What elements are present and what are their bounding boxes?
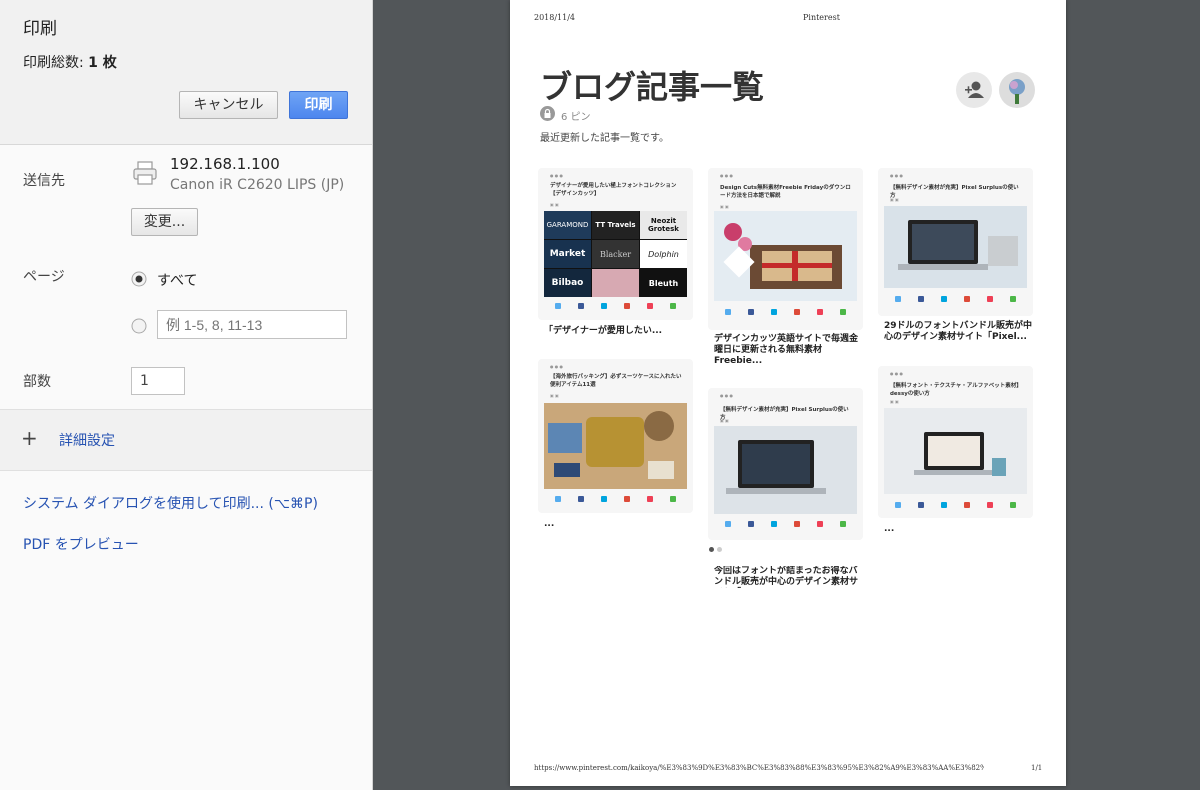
card-breadcrumb: ● ● ● [550, 364, 564, 369]
font-tile: Bilbao [544, 269, 591, 297]
pdf-preview-link[interactable]: PDF をプレビュー [23, 534, 139, 554]
font-tile: Blacker [592, 240, 639, 268]
pin-card[interactable]: ● ● ● 【海外旅行パッキング】必ずスーツケースに入れたい便利アイテム11選 … [538, 359, 693, 513]
system-dialog-link[interactable]: システム ダイアログを使用して印刷... (⌥⌘P) [23, 493, 318, 513]
font-tile [592, 269, 639, 297]
board-description: 最近更新した記事一覧です。 [540, 133, 669, 144]
card-title: Design Cuts無料素材Freebie Fridayのダウンロード方法を日… [720, 185, 851, 199]
plus-icon: + [21, 426, 38, 450]
pin-card[interactable]: ● ● ● 【無料デザイン素材が充実】Pixel Surplusの使い方 ▣ ▣ [708, 388, 863, 540]
printer-name: 192.168.1.100 [170, 155, 280, 173]
laptop-image [884, 206, 1027, 288]
print-title: 印刷 [23, 19, 57, 39]
card-date: ▣ ▣ [890, 399, 899, 404]
packing-items-image [544, 403, 687, 489]
change-destination-button[interactable]: 変更... [131, 208, 198, 236]
font-tile: Bleuth [640, 269, 687, 297]
add-collaborator-icon [956, 72, 992, 108]
card-date: ▣ ▣ [550, 393, 559, 398]
pages-all-label: すべて [157, 273, 198, 289]
card-date: ▣ ▣ [720, 204, 729, 209]
laptop-image [714, 426, 857, 514]
copies-label: 部数 [23, 374, 51, 390]
laptop-image [884, 408, 1027, 494]
share-icons [716, 309, 855, 325]
pages-all-radio[interactable] [131, 271, 147, 287]
board-title: ブログ記事一覧 [540, 68, 765, 106]
pages-label: ページ [23, 269, 65, 285]
gift-box-image [714, 211, 857, 301]
font-tile: TT Travels [592, 211, 639, 239]
font-tile: GARAMOND [544, 211, 591, 239]
card-breadcrumb: ● ● ● [720, 393, 734, 398]
card-title: 【無料フォント・テクスチャ・アルファベット素材】dessyの使い方 [890, 383, 1022, 397]
share-icons [886, 296, 1025, 312]
card-title: 【無料デザイン素材が充実】Pixel Surplusの使い方 [890, 185, 1019, 199]
pin-count: 6 ピン [561, 112, 591, 123]
card-title: 【海外旅行パッキング】必ずスーツケースに入れたい便利アイテム11選 [550, 374, 682, 388]
print-button[interactable]: 印刷 [289, 91, 348, 119]
copies-input[interactable]: 1 [131, 367, 185, 395]
carousel-dot-active[interactable] [709, 547, 714, 552]
pin-card[interactable]: ● ● ● Design Cuts無料素材Freebie Fridayのダウンロ… [708, 168, 863, 330]
pin-card[interactable]: ● ● ● 【無料フォント・テクスチャ・アルファベット素材】dessyの使い方 … [878, 366, 1033, 518]
printer-icon [133, 161, 157, 185]
total-sheets: 印刷総数: 1 枚 [23, 52, 117, 72]
cancel-button[interactable]: キャンセル [179, 91, 278, 119]
pages-range-input[interactable] [157, 310, 347, 339]
carousel-dot[interactable] [717, 547, 722, 552]
share-icons [546, 303, 685, 319]
share-icons [716, 521, 855, 537]
total-sheets-label: 印刷総数: [23, 55, 89, 71]
page-footer-url: https://www.pinterest.com/kaikoya/%E3%83… [534, 764, 984, 772]
pages-custom-radio[interactable] [131, 318, 147, 334]
font-tile: Neozit Grotesk [640, 211, 687, 239]
card-title: 【無料デザイン素材が充実】Pixel Surplusの使い方 [720, 407, 849, 421]
page-header-date: 2018/11/4 [534, 13, 576, 22]
card-breadcrumb: ● ● ● [890, 371, 904, 376]
share-icons [886, 502, 1025, 518]
more-settings-row[interactable] [0, 410, 372, 470]
pin-caption: 今回はフォントが詰まったお得なバンドル販売が中心のデザイン素材サイト「Pixel… [714, 566, 859, 587]
share-icons [546, 496, 685, 512]
font-tile: Dolphin [640, 240, 687, 268]
card-breadcrumb: ● ● ● [550, 173, 564, 178]
pin-caption: 「デザイナーが愛用したい... [544, 326, 663, 336]
pin-card[interactable]: ● ● ● 【無料デザイン素材が充実】Pixel Surplusの使い方 ▣ ▣ [878, 168, 1033, 316]
card-date: ▣ ▣ [890, 197, 899, 202]
destination-label: 送信先 [23, 173, 65, 189]
card-title: デザイナーが愛用したい極上フォントコレクション【デザインカッツ】 [550, 183, 677, 197]
card-breadcrumb: ● ● ● [890, 173, 904, 178]
page-footer-number: 1/1 [1031, 764, 1043, 772]
card-date: ▣ ▣ [720, 418, 729, 423]
pin-card[interactable]: ● ● ● デザイナーが愛用したい極上フォントコレクション【デザインカッツ】 ▣… [538, 168, 693, 320]
more-settings-link[interactable]: 詳細設定 [59, 430, 115, 450]
pin-caption: デザインカッツ英語サイトで毎週金曜日に更新される無料素材Freebie... [714, 334, 859, 366]
avatar [999, 72, 1035, 108]
font-tile: Market [544, 240, 591, 268]
divider [0, 470, 372, 471]
total-sheets-value: 1 枚 [88, 55, 117, 71]
font-collection-image: GARAMOND TT Travels Neozit Grotesk Marke… [544, 211, 687, 297]
pin-caption: ... [544, 519, 555, 529]
printer-model: Canon iR C2620 LIPS (JP) [170, 177, 345, 193]
page-header-site: Pinterest [803, 13, 840, 22]
card-breadcrumb: ● ● ● [720, 173, 734, 178]
pin-caption: ... [884, 524, 895, 534]
card-date: ▣ ▣ [550, 202, 559, 207]
pin-caption: 29ドルのフォントバンドル販売が中心のデザイン素材サイト「Pixel... [884, 321, 1032, 342]
lock-icon [540, 106, 555, 121]
